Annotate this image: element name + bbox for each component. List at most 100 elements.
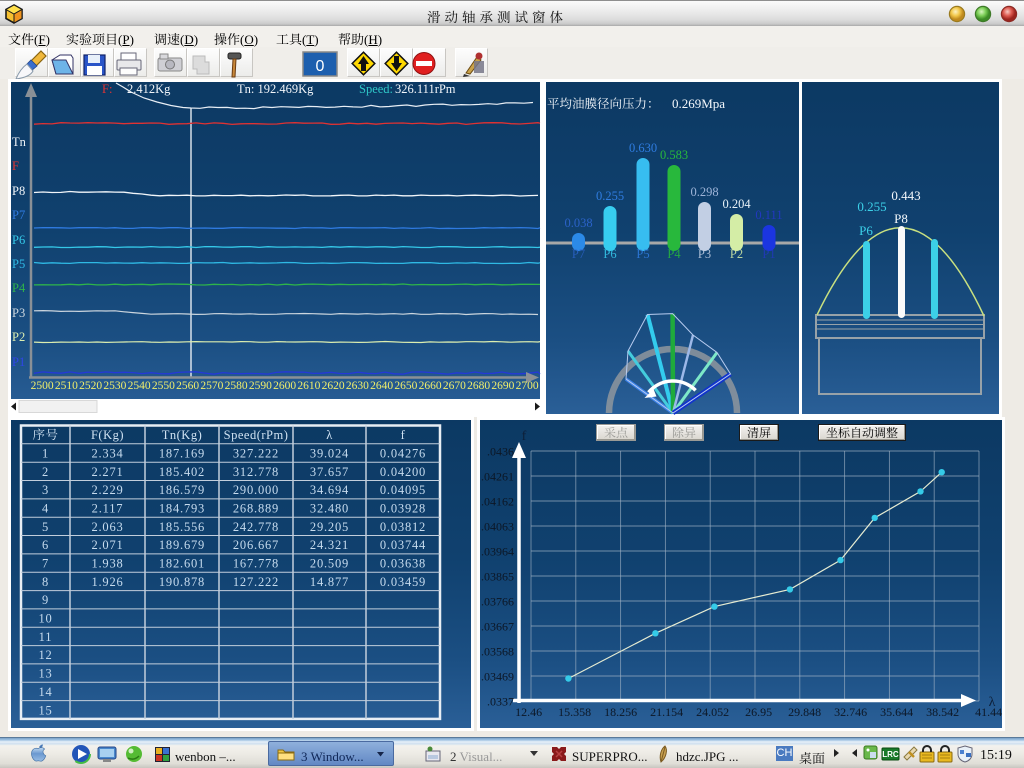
svg-text:7: 7 xyxy=(42,557,49,571)
svg-text:P6: P6 xyxy=(603,247,616,261)
svg-text:LRC: LRC xyxy=(882,750,899,759)
svg-text:326.111rPm: 326.111rPm xyxy=(395,82,456,96)
svg-text:15: 15 xyxy=(38,703,52,717)
svg-text:186.579: 186.579 xyxy=(159,483,205,497)
svg-text:2.412Kg: 2.412Kg xyxy=(127,82,171,96)
svg-text:4: 4 xyxy=(42,502,49,516)
svg-text:2.271: 2.271 xyxy=(91,465,123,479)
svg-text:0.255: 0.255 xyxy=(857,199,886,214)
svg-text:21.154: 21.154 xyxy=(650,705,683,719)
svg-text:12: 12 xyxy=(38,648,52,662)
svg-text:290.000: 290.000 xyxy=(233,483,279,497)
svg-text:39.024: 39.024 xyxy=(310,447,349,461)
svg-text:24.052: 24.052 xyxy=(696,705,729,719)
svg-text:2: 2 xyxy=(42,465,49,479)
svg-text:2.117: 2.117 xyxy=(92,502,124,516)
svg-text:平均油膜径向压力：: 平均油膜径向压力： xyxy=(547,94,660,112)
svg-text:.04063: .04063 xyxy=(481,520,514,534)
svg-text:0.04095: 0.04095 xyxy=(380,483,426,497)
svg-text:0.03459: 0.03459 xyxy=(380,575,426,589)
svg-text:P8: P8 xyxy=(894,211,908,226)
svg-text:182.601: 182.601 xyxy=(159,557,205,571)
svg-text:P5: P5 xyxy=(636,247,649,261)
svg-text:.04162: .04162 xyxy=(481,495,514,509)
svg-text:.03865: .03865 xyxy=(481,570,514,584)
svg-text:2.071: 2.071 xyxy=(91,538,123,552)
svg-text:0.04200: 0.04200 xyxy=(380,465,426,479)
svg-text:0.204: 0.204 xyxy=(722,197,751,211)
svg-text:.03766: .03766 xyxy=(481,595,514,609)
svg-text:1: 1 xyxy=(42,447,49,461)
svg-text:14.877: 14.877 xyxy=(310,575,349,589)
svg-text:185.402: 185.402 xyxy=(159,465,205,479)
svg-text:Speed:: Speed: xyxy=(359,82,393,96)
svg-text:序号: 序号 xyxy=(32,425,58,443)
svg-text:127.222: 127.222 xyxy=(233,575,279,589)
svg-text:0.03744: 0.03744 xyxy=(380,538,426,552)
svg-text:0.630: 0.630 xyxy=(629,141,657,155)
svg-text:0.03638: 0.03638 xyxy=(380,557,426,571)
svg-text:0.111: 0.111 xyxy=(755,208,782,222)
svg-text:2.334: 2.334 xyxy=(91,447,123,461)
svg-text:f: f xyxy=(401,428,406,442)
svg-text:15.358: 15.358 xyxy=(558,705,591,719)
svg-text:9: 9 xyxy=(42,593,49,607)
svg-text:24.321: 24.321 xyxy=(310,538,349,552)
svg-text:29.848: 29.848 xyxy=(788,705,821,719)
svg-text:P7: P7 xyxy=(572,247,585,261)
svg-text:206.667: 206.667 xyxy=(233,538,279,552)
svg-text:6: 6 xyxy=(42,538,49,552)
svg-text:184.793: 184.793 xyxy=(159,502,205,516)
svg-text:.04261: .04261 xyxy=(481,470,514,484)
svg-text:187.169: 187.169 xyxy=(159,447,205,461)
svg-text:.03667: .03667 xyxy=(481,620,514,634)
svg-text:189.679: 189.679 xyxy=(159,538,205,552)
svg-text:242.778: 242.778 xyxy=(233,520,279,534)
svg-text:P3: P3 xyxy=(698,247,711,261)
svg-text:167.778: 167.778 xyxy=(233,557,279,571)
svg-text:12.46: 12.46 xyxy=(515,705,542,719)
svg-text:35.644: 35.644 xyxy=(880,705,913,719)
svg-text:3: 3 xyxy=(42,483,49,497)
svg-text:34.694: 34.694 xyxy=(310,483,349,497)
svg-text:0.255: 0.255 xyxy=(596,189,624,203)
svg-text:Tn: 192.469Kg: Tn: 192.469Kg xyxy=(237,82,314,96)
svg-text:2.229: 2.229 xyxy=(91,483,123,497)
svg-text:312.778: 312.778 xyxy=(233,465,279,479)
svg-text:λ: λ xyxy=(326,428,333,442)
svg-text:2.063: 2.063 xyxy=(91,520,123,534)
svg-text:Tn(Kg): Tn(Kg) xyxy=(162,428,203,442)
svg-text:0.443: 0.443 xyxy=(891,188,920,203)
svg-text:32.480: 32.480 xyxy=(310,502,349,516)
svg-text:268.889: 268.889 xyxy=(233,502,279,516)
svg-text:F(Kg): F(Kg) xyxy=(91,428,124,442)
svg-text:0.03928: 0.03928 xyxy=(380,502,426,516)
svg-text:0.038: 0.038 xyxy=(564,216,592,230)
svg-text:18.256: 18.256 xyxy=(604,705,637,719)
svg-text:185.556: 185.556 xyxy=(159,520,205,534)
svg-text:P6: P6 xyxy=(859,223,873,238)
svg-text:20.509: 20.509 xyxy=(310,557,349,571)
svg-text:0: 0 xyxy=(316,58,325,75)
svg-text:1.926: 1.926 xyxy=(91,575,123,589)
svg-text:P1: P1 xyxy=(762,247,775,261)
svg-text:5: 5 xyxy=(42,520,49,534)
svg-text:10: 10 xyxy=(38,612,52,626)
svg-text:F:: F: xyxy=(102,82,112,96)
svg-text:32.746: 32.746 xyxy=(834,705,867,719)
svg-text:327.222: 327.222 xyxy=(233,447,279,461)
svg-text:Speed(rPm): Speed(rPm) xyxy=(224,428,289,442)
svg-text:0.269Mpa: 0.269Mpa xyxy=(672,96,725,111)
svg-text:1.938: 1.938 xyxy=(91,557,123,571)
svg-text:29.205: 29.205 xyxy=(310,520,349,534)
svg-text:λ: λ xyxy=(989,695,996,710)
svg-text:37.657: 37.657 xyxy=(310,465,349,479)
svg-text:.03469: .03469 xyxy=(481,670,514,684)
svg-text:0.03812: 0.03812 xyxy=(380,520,426,534)
svg-text:0.04276: 0.04276 xyxy=(380,447,426,461)
svg-text:26.95: 26.95 xyxy=(745,705,772,719)
svg-text:.03964: .03964 xyxy=(481,545,514,559)
svg-text:.0436: .0436 xyxy=(487,445,514,459)
svg-text:P4: P4 xyxy=(667,247,681,261)
svg-text:0.298: 0.298 xyxy=(690,185,718,199)
